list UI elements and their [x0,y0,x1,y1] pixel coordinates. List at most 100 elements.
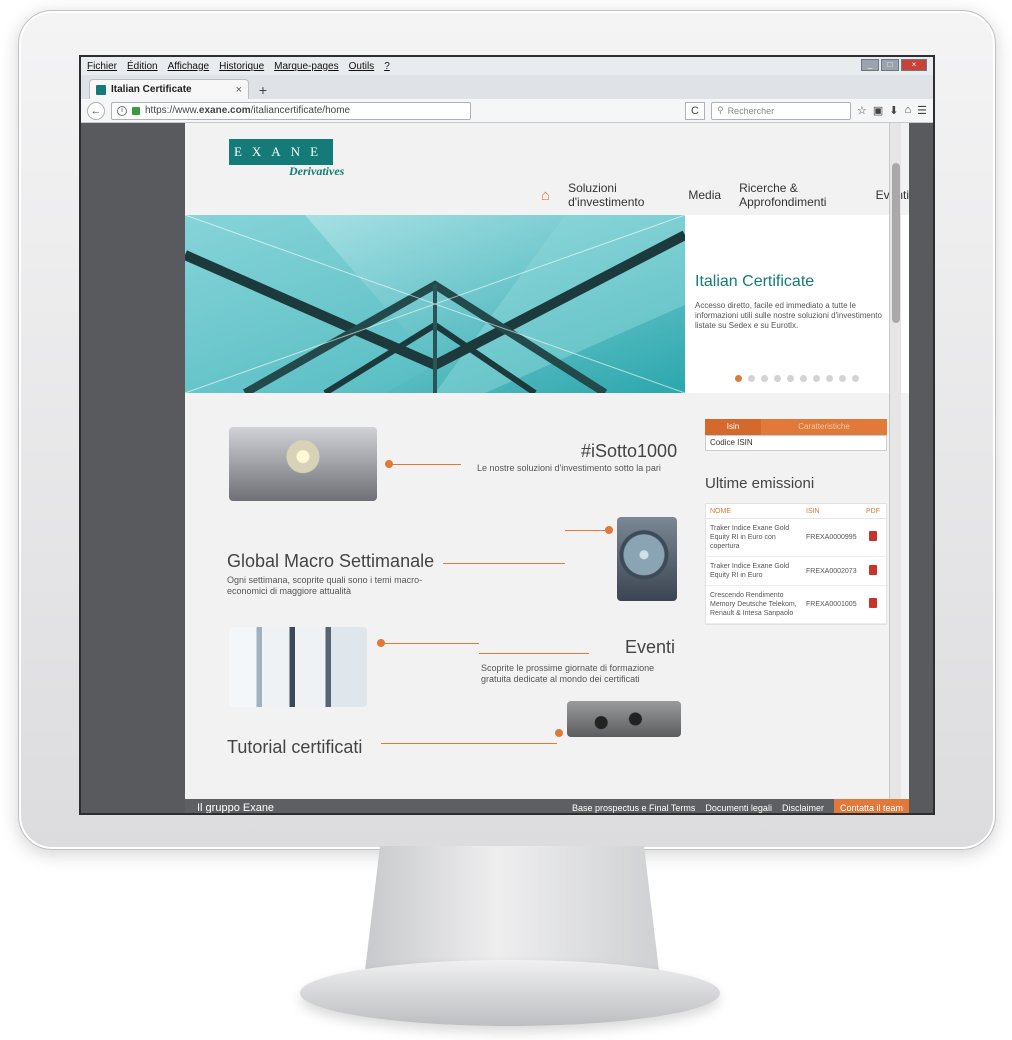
menu-bar: Fichier Édition Affichage Historique Mar… [81,57,933,75]
toolbar-icons: ☆ ▣ ⬇ ⌂ ☰ [857,104,927,117]
pdf-cell [864,564,882,578]
table-row[interactable]: Traker Indice Exane Gold Equity RI in Eu… [706,557,886,586]
keyboard-image[interactable] [567,701,681,737]
footer-documenti-link[interactable]: Documenti legali [705,803,772,813]
carousel-dots [735,375,859,382]
office-meeting-image[interactable] [229,627,367,707]
header-pdf: PDF [866,508,880,515]
connector-line [391,464,461,465]
page-viewport: EXANE Derivatives ⌂ Soluzioni d'investim… [81,123,933,813]
hero-carousel[interactable]: Italian Certificate Accesso diretto, fac… [185,215,909,393]
carousel-dot[interactable] [826,375,833,382]
monitor-bezel: _ □ × Fichier Édition Affichage Historiq… [18,10,996,850]
carousel-dot[interactable] [774,375,781,382]
footer-bar: Il gruppo Exane Base prospectus e Final … [185,799,909,813]
connector-line [565,530,607,531]
menu-historique[interactable]: Historique [219,61,264,72]
monitor-stand-base [300,960,720,1026]
eventi-text: Scoprite le prossime giornate di formazi… [481,663,655,684]
row-isin: FREXA0002073 [806,567,857,575]
eventi-title[interactable]: Eventi [625,637,675,658]
exane-favicon-icon [96,84,106,95]
scroll-thumb[interactable] [892,163,900,323]
emissioni-table: NOME ISIN PDF Traker Indice Exane Gold E… [705,503,887,625]
page-scrollbar[interactable] [889,123,901,799]
maximize-icon[interactable]: □ [881,59,899,71]
search-placeholder: Rechercher [727,105,775,116]
pdf-icon[interactable] [869,531,877,541]
pdf-cell [864,531,882,544]
row-nome[interactable]: Traker Indice Exane Gold Equity RI in Eu… [710,562,806,580]
lightbulb-image[interactable] [229,427,377,501]
footer-links: Base prospectus e Final Terms Documenti … [572,799,909,813]
reload-button[interactable]: C [684,101,705,120]
pdf-icon[interactable] [869,564,877,575]
isin-input[interactable]: Codice ISIN [705,435,887,451]
url-path: /italiancertificate/home [250,105,351,116]
exane-logo[interactable]: EXANE Derivatives [229,139,369,183]
hero-description: Accesso diretto, facile ed immediato a t… [695,301,882,330]
hero-title: Italian Certificate [695,273,815,290]
pdf-icon[interactable] [869,598,877,608]
table-row[interactable]: Crescendo Rendimento Memory Deutsche Tel… [706,586,886,624]
tutorial-title[interactable]: Tutorial certificati [227,737,362,758]
pocket-icon[interactable]: ▣ [873,104,883,117]
carousel-dot[interactable] [787,375,794,382]
nav-ricerche[interactable]: Ricerche & Approfondimenti [739,181,858,209]
menu-marque-pages[interactable]: Marque-pages [274,61,338,72]
nav-soluzioni[interactable]: Soluzioni d'investimento [568,181,670,209]
global-macro-title[interactable]: Global Macro Settimanale [227,551,434,572]
connector-line [383,643,479,644]
browser-window: _ □ × Fichier Édition Affichage Historiq… [79,55,935,815]
menu-icon[interactable]: ☰ [917,104,927,117]
home-nav-icon[interactable]: ⌂ [541,187,550,204]
footer-gruppo-link[interactable]: Il gruppo Exane [185,802,274,813]
search-bar[interactable]: ⚲ Rechercher [710,101,851,120]
nav-media[interactable]: Media [688,188,721,202]
menu-fichier[interactable]: Fichier [87,61,117,72]
tab-strip: Italian Certificate × + [81,75,933,99]
carousel-dot[interactable] [800,375,807,382]
carousel-dot[interactable] [735,375,742,382]
footer-prospectus-link[interactable]: Base prospectus e Final Terms [572,803,695,813]
url-bar[interactable]: i https://www.exane.com/italiancertifica… [111,101,471,120]
row-nome[interactable]: Traker Indice Exane Gold Equity RI in Eu… [710,524,806,551]
lock-icon [132,106,140,115]
menu-outils[interactable]: Outils [349,61,375,72]
close-tab-icon[interactable]: × [236,84,242,96]
carousel-dot[interactable] [839,375,846,382]
carousel-dot[interactable] [748,375,755,382]
ultime-emissioni-title: Ultime emissioni [705,475,815,492]
download-icon[interactable]: ⬇ [889,104,898,117]
home-icon[interactable]: ⌂ [904,104,911,117]
bookmark-star-icon[interactable]: ☆ [857,104,867,117]
tab-isin[interactable]: Isin [705,419,761,435]
table-row[interactable]: Traker Indice Exane Gold Equity RI in Eu… [706,519,886,557]
row-nome[interactable]: Crescendo Rendimento Memory Deutsche Tel… [710,591,806,618]
contact-team-button[interactable]: Contatta il team [833,799,909,813]
new-tab-button[interactable]: + [253,81,273,99]
info-icon[interactable]: i [117,105,127,116]
header-isin: ISIN [806,508,820,515]
row-isin: FREXA0000995 [806,534,857,541]
minimize-icon[interactable]: _ [861,59,879,71]
isotto1000-title[interactable]: #iSotto1000 [581,441,677,462]
connector-dot [555,729,563,737]
carousel-dot[interactable] [761,375,768,382]
menu-edition[interactable]: Édition [127,61,158,72]
header-nome: NOME [710,508,731,515]
hero-architecture-image [185,215,685,393]
tab-italian-certificate[interactable]: Italian Certificate × [89,79,249,99]
connector-line [381,743,557,744]
menu-affichage[interactable]: Affichage [168,61,210,72]
isin-search-tabs: Isin Caratteristiche [705,419,887,435]
close-window-icon[interactable]: × [901,59,927,71]
carousel-dot[interactable] [813,375,820,382]
globe-image[interactable] [617,517,677,601]
back-button[interactable]: ← [87,101,105,120]
tab-caratteristiche[interactable]: Caratteristiche [761,419,887,435]
menu-help[interactable]: ? [384,61,390,72]
carousel-dot[interactable] [852,375,859,382]
url-prefix: https://www. [145,105,199,116]
footer-disclaimer-link[interactable]: Disclaimer [782,803,824,813]
